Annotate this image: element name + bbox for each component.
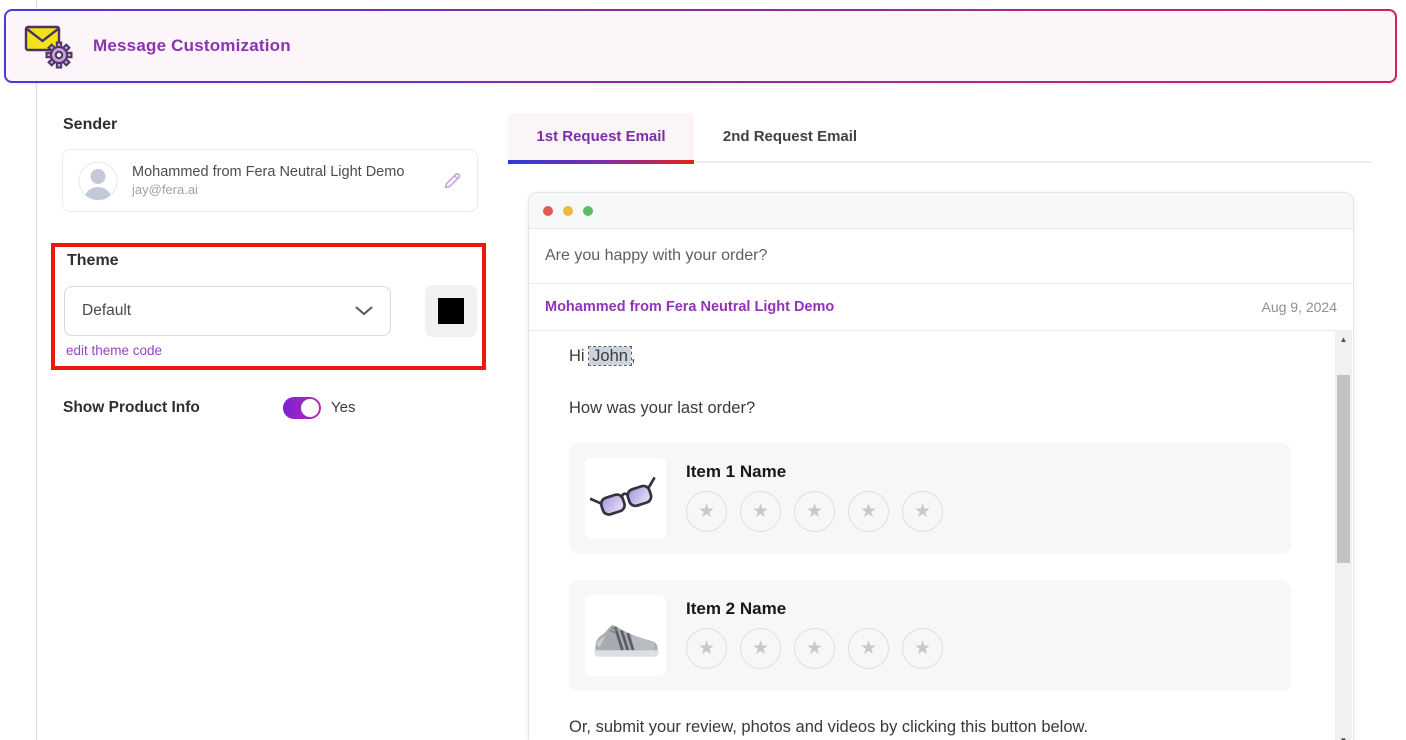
pencil-icon <box>442 171 462 191</box>
show-product-info-label: Show Product Info <box>63 399 200 417</box>
star-rating: ★ ★ ★ ★ ★ <box>686 491 943 532</box>
theme-section-label: Theme <box>67 252 119 270</box>
star-icon: ★ <box>914 500 931 523</box>
star-rating: ★ ★ ★ ★ ★ <box>686 628 943 669</box>
star-1-button[interactable]: ★ <box>686 628 727 669</box>
email-from-name: Mohammed from Fera Neutral Light Demo <box>545 299 834 315</box>
email-body: Hi John, How was your last order? <box>529 331 1353 740</box>
star-4-button[interactable]: ★ <box>848 628 889 669</box>
edit-theme-code-link[interactable]: edit theme code <box>66 343 162 358</box>
show-product-info-toggle[interactable] <box>283 397 321 419</box>
product-review-card-2: Item 2 Name ★ ★ ★ ★ ★ <box>569 580 1291 691</box>
sender-name: Mohammed from Fera Neutral Light Demo <box>132 164 404 180</box>
star-5-button[interactable]: ★ <box>902 491 943 532</box>
tab-divider <box>694 161 1371 163</box>
star-icon: ★ <box>806 637 823 660</box>
tab-2nd-request-email[interactable]: 2nd Request Email <box>694 113 886 160</box>
theme-color-picker[interactable] <box>425 285 477 337</box>
chevron-down-icon <box>355 306 373 316</box>
avatar <box>78 161 118 201</box>
star-2-button[interactable]: ★ <box>740 628 781 669</box>
toggle-value-label: Yes <box>331 399 355 416</box>
sender-email: jay@fera.ai <box>132 182 404 197</box>
first-name-merge-token: John <box>589 347 631 365</box>
tab-1st-request-email[interactable]: 1st Request Email <box>508 113 694 160</box>
greeting-line: Hi John, <box>569 347 1305 367</box>
scroll-down-arrow[interactable]: ▼ <box>1335 732 1352 740</box>
star-icon: ★ <box>860 637 877 660</box>
sneaker-product-image <box>585 595 666 676</box>
panel-divider <box>36 0 37 740</box>
star-icon: ★ <box>752 637 769 660</box>
traffic-light-green-icon <box>583 206 593 216</box>
email-preview-card: Are you happy with your order? Mohammed … <box>528 192 1354 740</box>
star-icon: ★ <box>860 500 877 523</box>
star-icon: ★ <box>752 500 769 523</box>
item-name: Item 2 Name <box>686 599 943 619</box>
star-icon: ★ <box>698 500 715 523</box>
email-date: Aug 9, 2024 <box>1261 299 1337 315</box>
message-customization-header: Message Customization <box>4 9 1397 83</box>
star-4-button[interactable]: ★ <box>848 491 889 532</box>
star-icon: ★ <box>914 637 931 660</box>
active-tab-underline <box>508 160 694 164</box>
sender-section-label: Sender <box>63 116 117 134</box>
edit-sender-button[interactable] <box>442 171 462 191</box>
star-icon: ★ <box>806 500 823 523</box>
star-icon: ★ <box>698 637 715 660</box>
email-scrollbar[interactable]: ▲ ▼ <box>1335 331 1352 740</box>
email-from-row: Mohammed from Fera Neutral Light Demo Au… <box>529 284 1353 331</box>
product-review-card-1: Item 1 Name ★ ★ ★ ★ ★ <box>569 443 1291 554</box>
greeting-suffix: , <box>631 347 636 365</box>
footer-line: Or, submit your review, photos and video… <box>569 718 1305 738</box>
message-customization-page: Message Customization Sender Mohammed fr… <box>0 0 1406 740</box>
traffic-light-red-icon <box>543 206 553 216</box>
page-title: Message Customization <box>93 36 291 56</box>
scroll-up-arrow[interactable]: ▲ <box>1335 331 1352 347</box>
scrollbar-thumb[interactable] <box>1337 375 1350 563</box>
theme-selected-value: Default <box>82 302 131 320</box>
item-name: Item 1 Name <box>686 462 943 482</box>
greeting-prefix: Hi <box>569 347 589 365</box>
question-line: How was your last order? <box>569 399 1305 419</box>
star-3-button[interactable]: ★ <box>794 628 835 669</box>
theme-select[interactable]: Default <box>64 286 391 336</box>
star-5-button[interactable]: ★ <box>902 628 943 669</box>
email-subject: Are you happy with your order? <box>529 229 1353 284</box>
theme-color-swatch <box>438 298 464 324</box>
browser-chrome-bar <box>529 193 1353 229</box>
star-3-button[interactable]: ★ <box>794 491 835 532</box>
star-1-button[interactable]: ★ <box>686 491 727 532</box>
sunglasses-product-image <box>585 458 666 539</box>
star-2-button[interactable]: ★ <box>740 491 781 532</box>
toggle-knob <box>301 399 319 417</box>
sender-card: Mohammed from Fera Neutral Light Demo ja… <box>62 149 478 212</box>
envelope-gear-icon <box>23 23 75 69</box>
traffic-light-yellow-icon <box>563 206 573 216</box>
